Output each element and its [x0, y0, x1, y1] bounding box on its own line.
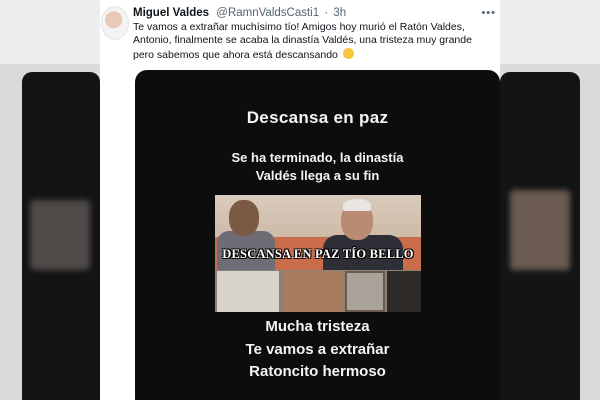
- tweet-body: Te vamos a extrañar muchísimo tío! Amigo…: [133, 21, 472, 61]
- media-bottom-line: Ratoncito hermoso: [249, 363, 386, 380]
- tweet-header: Miguel Valdes @RamnValdsCasti1 · 3h: [133, 6, 346, 20]
- media-bottom-line: Mucha tristeza: [265, 318, 370, 335]
- separator-dot: ·: [324, 7, 329, 19]
- backdrop-blob: [510, 190, 570, 270]
- media-title: Descansa en paz: [246, 108, 389, 127]
- memorial-photo: DESCANSA EN PAZ TÍO BELLO: [215, 195, 421, 312]
- display-name[interactable]: Miguel Valdes: [133, 7, 209, 19]
- thumbnail-image: [217, 271, 279, 312]
- media-subtitle-line: Se ha terminado, la dinastía: [231, 150, 404, 165]
- user-handle[interactable]: @RamnValdsCasti1: [216, 7, 319, 19]
- thumbnail-image: [387, 271, 421, 312]
- avatar[interactable]: [101, 6, 129, 40]
- photo-caption: DESCANSA EN PAZ TÍO BELLO: [222, 247, 414, 261]
- media-bottom-line: Te vamos a extrañar: [245, 341, 390, 358]
- tweet-card[interactable]: Miguel Valdes @RamnValdsCasti1 · 3h ••• …: [100, 0, 500, 400]
- smiley-icon: [342, 47, 354, 59]
- person-left-head: [229, 200, 259, 236]
- framed-photo: [345, 271, 385, 312]
- backdrop-blob: [30, 200, 90, 270]
- thumbnail-image: [283, 271, 343, 312]
- person-right-hair: [343, 199, 371, 211]
- timestamp[interactable]: 3h: [333, 7, 346, 19]
- media-subtitle-line: Valdés llega a su fin: [255, 168, 380, 183]
- more-horizontal-icon[interactable]: •••: [481, 7, 496, 19]
- tweet-text: Te vamos a extrañar muchísimo tío! Amigo…: [133, 21, 495, 62]
- tweet-media[interactable]: Descansa en paz Se ha terminado, la dina…: [135, 70, 500, 400]
